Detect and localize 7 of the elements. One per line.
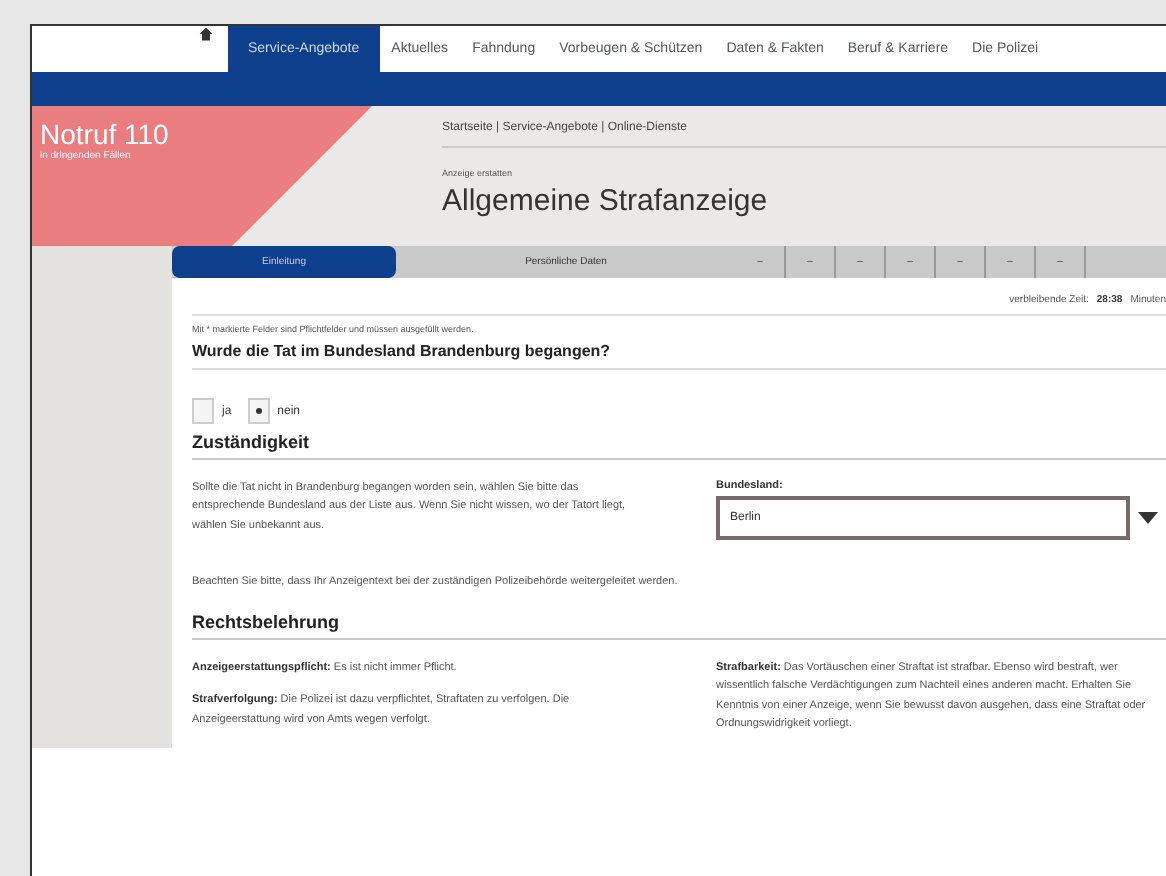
question: Wurde die Tat im Bundesland Brandenburg begangen?	[192, 342, 1166, 370]
section-heading: Rechtsbelehrung	[192, 612, 1166, 640]
page-title: Allgemeine Strafanzeige	[442, 184, 770, 218]
radio-button[interactable]	[192, 398, 214, 424]
radio-button[interactable]	[247, 398, 270, 424]
section-heading: Zuständigkeit	[192, 432, 1166, 460]
emergency-title: Notruf 110	[40, 118, 169, 150]
